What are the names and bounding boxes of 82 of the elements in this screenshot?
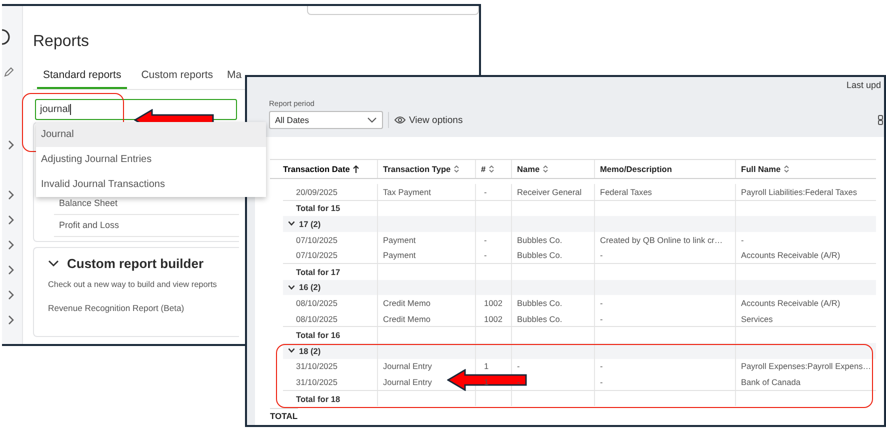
menu-item[interactable]: Adjusting Journal Entries [36, 147, 266, 172]
chevron-icon[interactable] [288, 221, 295, 226]
section-title: Custom report builder [67, 256, 204, 271]
table-cell: - [600, 250, 603, 260]
table-cell: - [600, 314, 603, 324]
table-cell: Payment [383, 250, 416, 260]
report-link[interactable]: Balance Sheet [54, 193, 239, 215]
tab[interactable]: Standard reports [37, 69, 128, 89]
table-cell: Payroll Expenses:Payroll Expens… [741, 361, 872, 372]
group-label: 16 (2) [299, 282, 321, 292]
table-cell: Bank of Canada [741, 376, 801, 387]
chevron-icon[interactable] [48, 260, 59, 267]
column-header[interactable]: Transaction Type [377, 160, 475, 178]
last-updated-text: Last upd [846, 80, 881, 90]
total-label: Total for 16 [295, 329, 342, 342]
description-text: Check out a new way to build and view reports [48, 280, 218, 289]
table-cell: 1002 [484, 314, 502, 324]
table-cell: Bubbles Co. [517, 298, 562, 308]
eye-icon [394, 116, 406, 124]
table-cell: Services [741, 314, 773, 324]
grand-total-label: TOTAL [270, 408, 298, 422]
table-cell: - [600, 361, 603, 372]
chevron-icon[interactable] [288, 348, 295, 354]
report-link[interactable]: Revenue Recognition Report (Beta) [48, 303, 184, 313]
table-cell: - [484, 250, 487, 260]
column-header[interactable]: Memo/Description [594, 160, 735, 178]
table-cell: Receiver General [517, 186, 582, 197]
table-cell: 1002 [484, 298, 502, 308]
table-cell: 08/10/2025 [296, 298, 338, 308]
table-cell: Bubbles Co. [517, 314, 562, 324]
column-header[interactable]: Name [511, 160, 594, 178]
column-header[interactable]: Transaction Date [270, 160, 377, 178]
table-cell: Credit Memo [383, 298, 430, 308]
table-cell: 07/10/2025 [296, 250, 338, 260]
total-label: Total for 15 [295, 202, 342, 216]
column-header[interactable]: # [475, 160, 511, 178]
sort-icon [542, 165, 548, 173]
tab[interactable]: Custom reports [141, 69, 213, 89]
table-cell: Bubbles Co. [517, 250, 562, 260]
table-cell: 08/10/2025 [296, 314, 338, 324]
sort-icon [488, 165, 494, 173]
table-cell: Accounts Receivable (A/R) [741, 250, 840, 260]
table-cell: Created by QB Online to link cr… [600, 234, 723, 245]
table-cell: - [600, 298, 603, 308]
table-cell: - [517, 376, 520, 387]
table-cell: 07/10/2025 [296, 234, 338, 245]
table-cell: 1 [484, 361, 489, 372]
report-link[interactable]: Profit and Loss [54, 215, 239, 237]
table-cell: Payroll Liabilities:Federal Taxes [741, 186, 858, 197]
column-header[interactable]: Full Name [735, 160, 876, 178]
table-cell: 20/09/2025 [296, 186, 338, 197]
table-cell: Credit Memo [383, 314, 430, 324]
table-cell: - [600, 376, 603, 387]
table-cell: - [484, 234, 487, 245]
menu-item[interactable]: Journal [36, 122, 266, 147]
group-label: 18 (2) [299, 346, 321, 356]
table-cell: Journal Entry [383, 361, 432, 372]
chevron-icon[interactable] [288, 284, 295, 290]
table-cell: - [517, 361, 520, 372]
table-cell: Accounts Receivable (A/R) [741, 298, 840, 308]
table-cell: Bubbles Co. [517, 234, 562, 245]
view-options-button[interactable]: View options [394, 114, 463, 126]
sort-ascending-icon [352, 165, 359, 173]
caret-icon [367, 117, 377, 123]
total-label: Total for 17 [295, 266, 342, 279]
sort-icon [784, 165, 789, 173]
table-cell: 31/10/2025 [296, 361, 338, 372]
table-cell: Federal Taxes [600, 186, 652, 197]
table-cell: - [484, 186, 487, 197]
tab[interactable]: Ma [227, 69, 242, 89]
pencil-icon[interactable] [4, 67, 14, 77]
group-label: 17 (2) [299, 218, 321, 229]
page-title: Reports [33, 33, 90, 51]
report-period-select[interactable]: All Dates [269, 111, 383, 129]
table-cell: 31/10/2025 [296, 376, 338, 387]
grid-icon[interactable] [878, 115, 884, 125]
table-cell: Payment [383, 234, 416, 245]
table-cell: - [741, 234, 744, 245]
table-cell: Journal Entry [383, 376, 432, 387]
sort-icon [454, 165, 459, 173]
total-label: Total for 18 [295, 392, 342, 406]
table-cell: Tax Payment [383, 186, 431, 197]
